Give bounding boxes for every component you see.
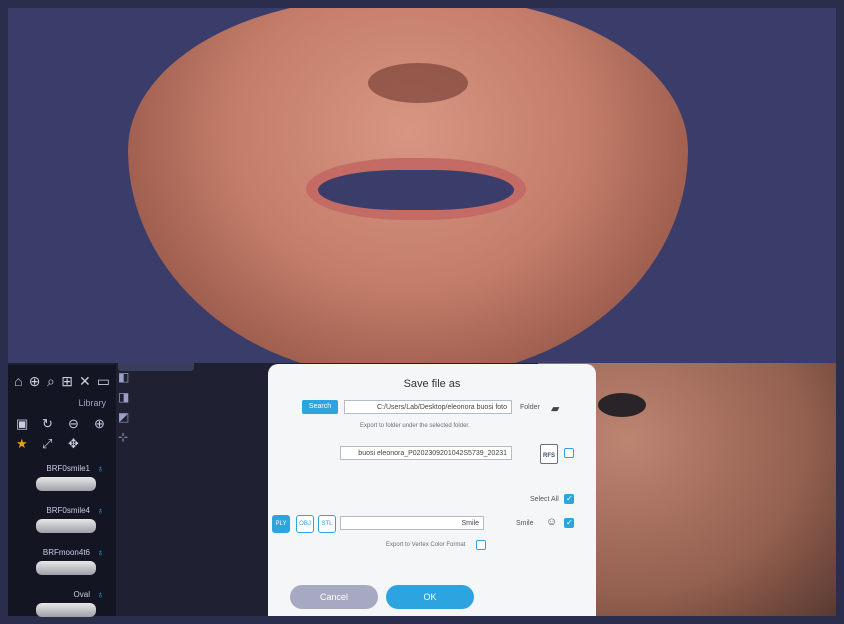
search-button[interactable]: Search: [302, 400, 338, 414]
smile-label: Smile: [516, 520, 534, 527]
library-label: Library: [78, 398, 106, 408]
teeth-thumbnail: [36, 603, 96, 617]
nose-shadow: [368, 63, 468, 103]
add-icon[interactable]: ♁: [97, 548, 105, 559]
select-all-checkbox[interactable]: [564, 494, 574, 504]
folder-label: Folder: [520, 404, 540, 411]
ruler-icon[interactable]: ▭: [97, 373, 110, 390]
vertex-color-label: Export to Vertex Color Format: [386, 542, 466, 548]
side-tool-column: ◧ ◨ ◩ ⊹: [118, 370, 134, 444]
library-item-name: Oval: [73, 590, 90, 599]
library-item[interactable]: BRF0smile1 ♁: [16, 464, 108, 498]
star-icon[interactable]: ★: [16, 436, 38, 452]
axes-icon[interactable]: ⊹: [118, 430, 134, 444]
arrows-icon[interactable]: ⤢: [42, 436, 64, 452]
search-icon[interactable]: ⌕: [47, 373, 56, 390]
folder-icon: ▰: [551, 403, 560, 415]
add-icon[interactable]: ♁: [97, 590, 105, 601]
select-all-label: Select All: [530, 496, 559, 503]
rfs-checkbox[interactable]: [564, 448, 574, 458]
cancel-button[interactable]: Cancel: [290, 585, 378, 609]
export-hint: Export to folder under the selected fold…: [360, 423, 470, 429]
format-stl-button[interactable]: STL: [318, 515, 336, 533]
rfs-file-icon: RFS: [540, 444, 558, 464]
close-icon[interactable]: ✕: [79, 373, 91, 390]
smile-checkbox[interactable]: [564, 518, 574, 528]
plus-icon[interactable]: ⊕: [94, 416, 116, 432]
ok-button[interactable]: OK: [386, 585, 474, 609]
layers-icon[interactable]: ▣: [16, 416, 38, 432]
grid-icon[interactable]: ⊞: [61, 373, 73, 390]
library-item[interactable]: Oval ♁: [16, 590, 108, 624]
eye: [598, 393, 646, 417]
dialog-title: Save file as: [403, 378, 461, 390]
minus-icon[interactable]: ⊖: [68, 416, 90, 432]
tool-grid: ▣ ↻ ⊖ ⊕ ★ ⤢ ✥: [8, 412, 116, 456]
zoom-icon[interactable]: ⊕: [29, 373, 41, 390]
add-icon[interactable]: ♁: [97, 506, 105, 517]
filename-field[interactable]: buosi eleonora_P0202309201042S5739_20231: [340, 446, 512, 460]
smile-icon: ☺: [546, 516, 558, 528]
move-icon[interactable]: ✥: [68, 436, 90, 452]
refresh-icon[interactable]: ↻: [42, 416, 64, 432]
save-file-dialog: Save file as ▰ Folder C:/Users/Lab/Deskt…: [268, 364, 596, 616]
library-item-name: BRFmoon4t6: [42, 548, 90, 557]
folder-path-field[interactable]: C:/Users/Lab/Desktop/eleonora buosi foto: [344, 400, 512, 414]
teeth-thumbnail: [36, 477, 96, 491]
add-icon[interactable]: ♁: [97, 464, 105, 475]
smile-name-field[interactable]: Smile: [340, 516, 484, 530]
vertex-color-checkbox[interactable]: [476, 540, 486, 550]
cube-side-icon[interactable]: ◩: [118, 410, 134, 424]
library-item-name: BRF0smile1: [46, 464, 90, 473]
teeth-thumbnail: [36, 519, 96, 533]
mouth-opening: [318, 170, 514, 210]
library-item-name: BRF0smile4: [46, 506, 90, 515]
format-ply-button[interactable]: PLY: [272, 515, 290, 533]
format-obj-button[interactable]: OBJ: [296, 515, 314, 533]
cube-front-icon[interactable]: ◨: [118, 390, 134, 404]
3d-viewport-top[interactable]: [8, 8, 836, 363]
tool-row: ⌂ ⊕ ⌕ ⊞ ✕ ▭: [8, 365, 116, 394]
cube-icon[interactable]: ◧: [118, 370, 134, 384]
library-item[interactable]: BRFmoon4t6 ♁: [16, 548, 108, 582]
library-item[interactable]: BRF0smile4 ♁: [16, 506, 108, 540]
teeth-thumbnail: [36, 561, 96, 575]
tooth-icon[interactable]: ⌂: [14, 373, 23, 390]
left-tool-panel: ⌂ ⊕ ⌕ ⊞ ✕ ▭ Library ▣ ↻ ⊖ ⊕ ★ ⤢ ✥ BRF0sm…: [8, 365, 116, 617]
